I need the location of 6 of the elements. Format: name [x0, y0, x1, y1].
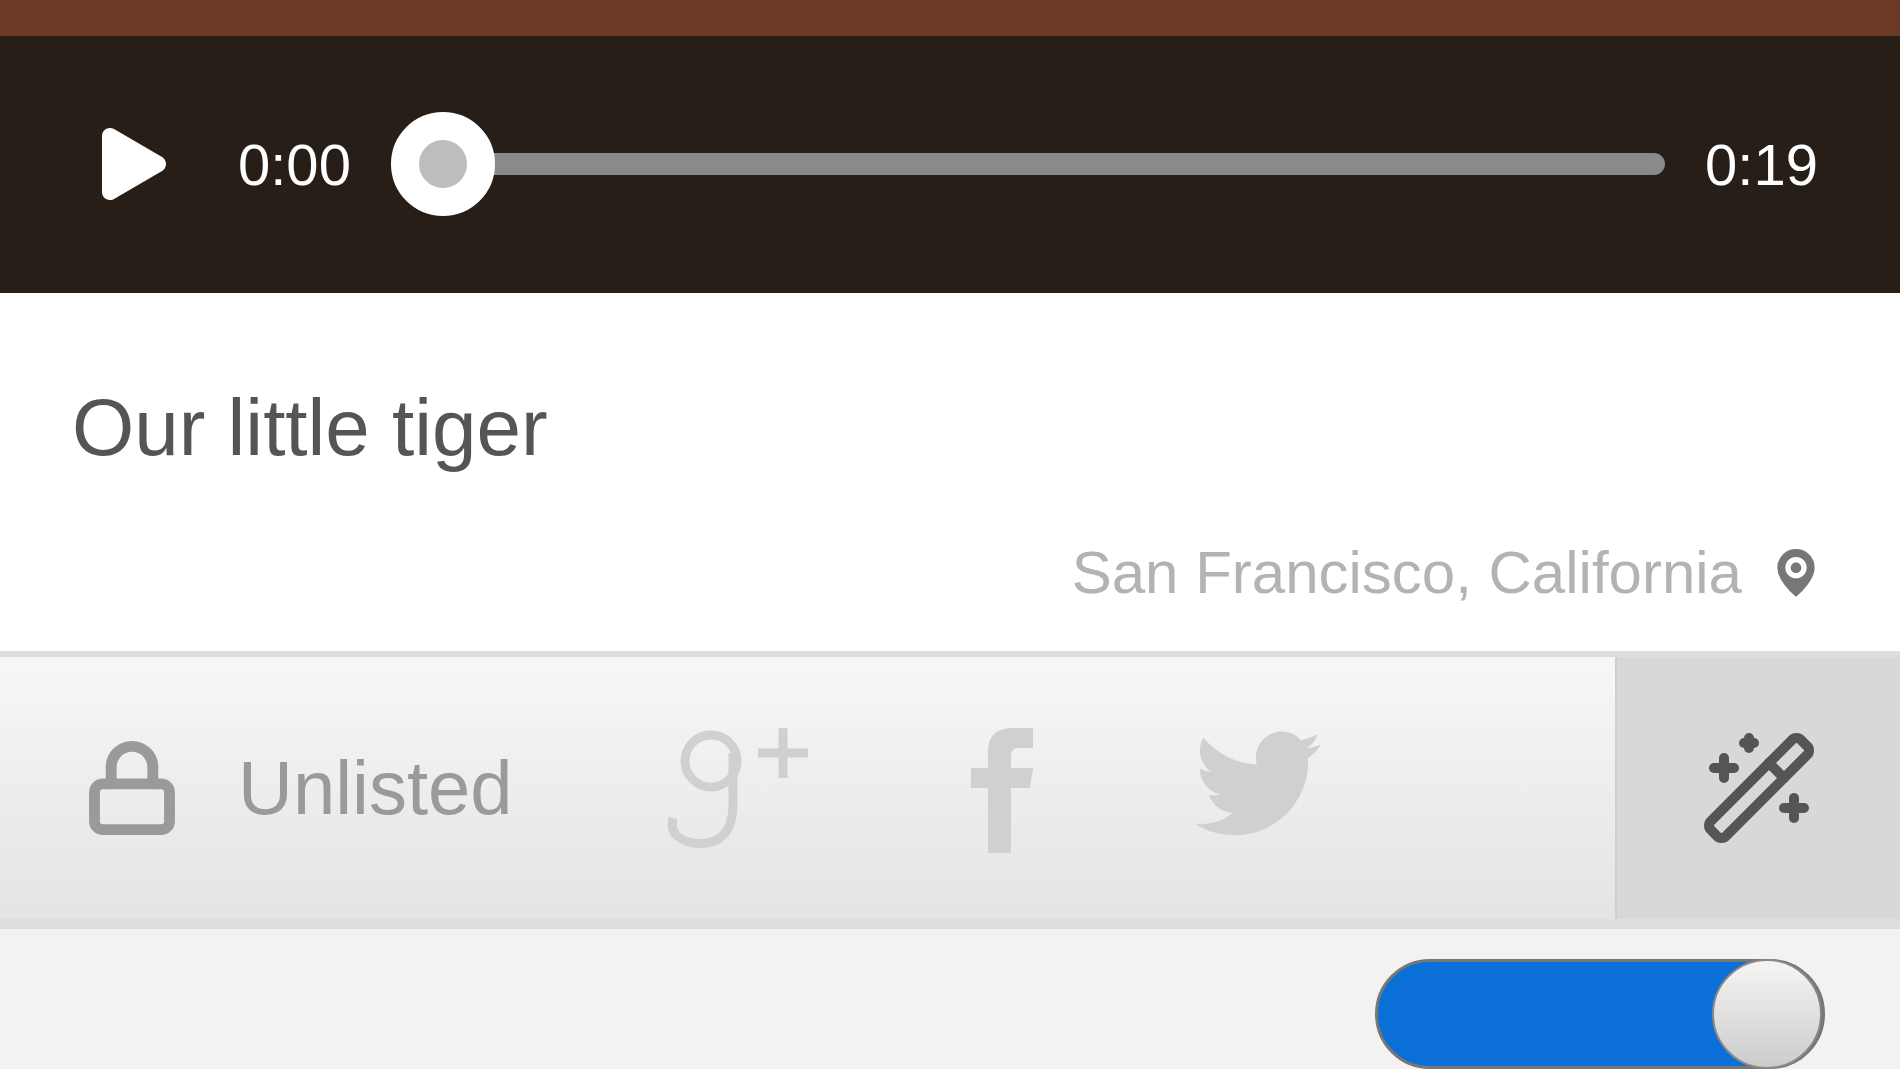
video-title: Our little tiger — [72, 381, 549, 474]
elapsed-time: 0:00 — [238, 130, 351, 199]
privacy-button[interactable]: Unlisted — [82, 730, 513, 845]
location-text: San Francisco, California — [1071, 537, 1742, 608]
duration-time: 0:19 — [1705, 130, 1818, 199]
magic-wand-button[interactable] — [1615, 656, 1900, 919]
